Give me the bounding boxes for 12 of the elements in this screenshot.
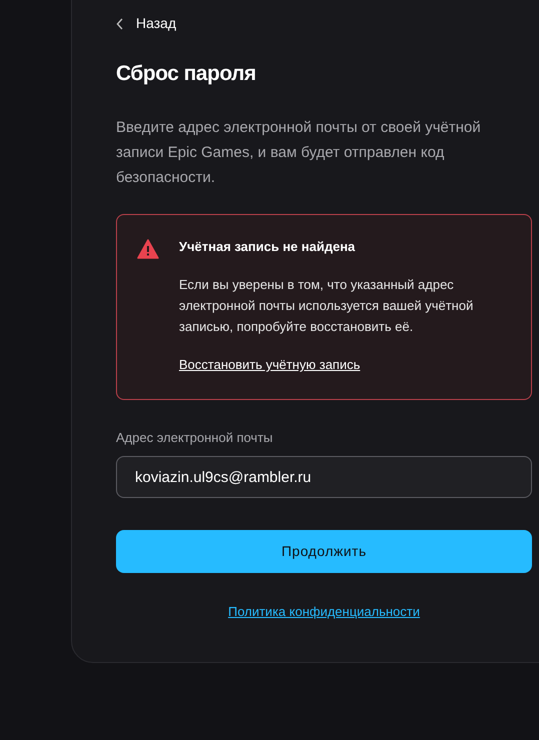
alert-title: Учётная запись не найдена xyxy=(179,238,356,256)
restore-account-link[interactable]: Восстановить учётную запись xyxy=(179,355,360,374)
continue-button[interactable]: Продолжить xyxy=(116,530,532,573)
privacy-policy-link[interactable]: Политика конфиденциальности xyxy=(228,602,420,622)
email-label: Адрес электронной почты xyxy=(116,428,274,447)
description-text: Введите адрес электронной почты от своей учётной записи Epic Games, и вам будет отправлен код безопасности. xyxy=(116,118,482,188)
back-link[interactable]: Назад xyxy=(116,13,176,34)
warning-icon xyxy=(137,238,159,258)
page-title: Сброс пароля xyxy=(116,61,257,87)
alert-message: Если вы уверены в том, что указанный адрес электронной почты используется вашей учётной записью, попробуйте восстановить её. xyxy=(179,276,474,336)
email-field[interactable]: koviazin.ul9cs@rambler.ru xyxy=(116,456,532,498)
chevron-left-icon xyxy=(116,18,124,30)
